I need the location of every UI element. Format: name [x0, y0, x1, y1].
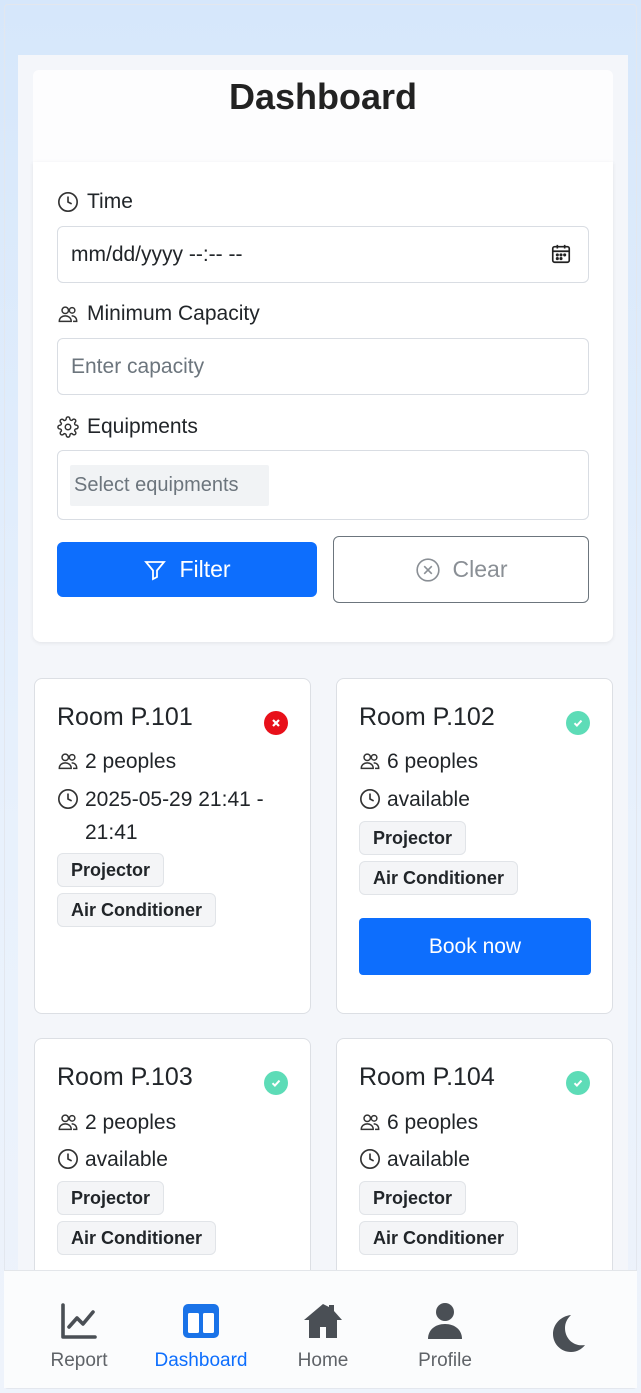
capacity-input[interactable]: Enter capacity — [57, 338, 589, 395]
room-time: available — [359, 1143, 599, 1176]
time-label: Time — [57, 190, 133, 214]
columns-icon — [183, 1304, 219, 1338]
nav-item-dashboard[interactable]: Dashboard — [140, 1271, 262, 1389]
nav-label-dashboard: Dashboard — [154, 1350, 248, 1371]
capacity-label-text: Minimum Capacity — [87, 302, 260, 325]
room-capacity: 6 peoples — [359, 745, 599, 778]
equipments-label: Equipments — [57, 415, 198, 439]
people-icon — [360, 753, 380, 770]
funnel-icon — [144, 560, 167, 580]
theme-toggle[interactable] — [506, 1271, 628, 1389]
filter-button[interactable]: Filter — [57, 542, 317, 597]
room-time: available — [57, 1143, 297, 1176]
clock-icon — [360, 789, 380, 809]
people-icon — [360, 1114, 380, 1131]
clock-icon — [58, 1149, 78, 1169]
people-icon — [58, 1114, 78, 1131]
book-now-button[interactable]: Book now — [359, 918, 591, 975]
available-status-icon — [566, 1071, 590, 1095]
available-status-icon — [264, 1071, 288, 1095]
gear-icon — [57, 416, 79, 438]
equipment-tag: Air Conditioner — [57, 893, 216, 927]
equipment-tag: Projector — [57, 853, 165, 887]
x-circle-icon — [415, 557, 440, 582]
capacity-label: Minimum Capacity — [57, 302, 260, 326]
room-card[interactable]: Room P.104 6 peoples available Projector… — [336, 1038, 613, 1298]
user-icon — [428, 1303, 462, 1339]
clock-icon — [360, 1149, 380, 1169]
calendar-icon[interactable] — [550, 243, 572, 265]
time-label-text: Time — [87, 190, 133, 213]
equipment-tag: Projector — [359, 1181, 467, 1215]
equipment-tag: Projector — [359, 821, 467, 855]
equipments-label-text: Equipments — [87, 415, 198, 438]
room-capacity-text: 6 peoples — [387, 1111, 479, 1134]
page-title: Dashboard — [228, 76, 418, 117]
room-name: Room P.101 — [57, 703, 193, 731]
nav-item-profile[interactable]: Profile — [384, 1271, 506, 1389]
clock-icon — [58, 789, 78, 809]
filter-panel: Time mm/dd/yyyy --:-- -- Minimum Capacit… — [33, 162, 613, 642]
room-time-text: available — [387, 1148, 470, 1171]
room-capacity-text: 6 peoples — [387, 750, 479, 773]
clock-icon — [58, 192, 78, 212]
filter-button-label: Filter — [179, 556, 231, 582]
room-card[interactable]: Room P.103 2 peoples available Projector… — [34, 1038, 311, 1298]
room-name: Room P.103 — [57, 1063, 193, 1091]
chart-line-icon — [61, 1303, 97, 1339]
available-status-icon — [566, 711, 590, 735]
capacity-placeholder: Enter capacity — [71, 354, 205, 378]
room-time: available — [359, 783, 599, 816]
time-input-value: mm/dd/yyyy --:-- -- — [71, 242, 243, 266]
equipment-tag: Air Conditioner — [359, 861, 518, 895]
room-card[interactable]: Room P.102 6 peoples available Projector… — [336, 678, 613, 1014]
room-capacity-text: 2 peoples — [85, 1111, 177, 1134]
moon-icon — [553, 1315, 585, 1352]
nav-label-report: Report — [50, 1350, 108, 1371]
room-capacity: 2 peoples — [57, 745, 297, 778]
room-capacity: 2 peoples — [57, 1106, 297, 1139]
people-icon — [58, 753, 78, 770]
equipment-tag: Projector — [57, 1181, 165, 1215]
room-name: Room P.104 — [359, 1063, 495, 1091]
clear-button-label: Clear — [452, 556, 508, 582]
home-icon — [304, 1304, 342, 1338]
nav-item-report[interactable]: Report — [18, 1271, 140, 1389]
room-time-text: 2025-05-29 21:41 - 21:41 — [85, 788, 264, 844]
equipment-tag: Air Conditioner — [359, 1221, 518, 1255]
room-name: Room P.102 — [359, 703, 495, 731]
people-icon — [58, 306, 78, 323]
header-card: Dashboard — [33, 70, 613, 162]
room-time-text: available — [85, 1148, 168, 1171]
equipment-tag: Air Conditioner — [57, 1221, 216, 1255]
clear-button[interactable]: Clear — [333, 536, 589, 603]
nav-label-home: Home — [297, 1350, 349, 1371]
room-time-text: available — [387, 788, 470, 811]
unavailable-status-icon — [264, 711, 288, 735]
equipments-placeholder: Select equipments — [70, 464, 269, 506]
time-input[interactable]: mm/dd/yyyy --:-- -- — [57, 226, 589, 283]
bottom-nav: Report Dashboard Home Profile — [4, 1270, 637, 1388]
room-card[interactable]: Room P.101 2 peoples 2025-05-29 21:41 - … — [34, 678, 311, 1014]
room-capacity-text: 2 peoples — [85, 750, 177, 773]
room-time: 2025-05-29 21:41 - 21:41 — [57, 783, 297, 849]
equipments-select[interactable]: Select equipments — [57, 450, 589, 520]
nav-item-home[interactable]: Home — [262, 1271, 384, 1389]
room-capacity: 6 peoples — [359, 1106, 599, 1139]
nav-label-profile: Profile — [418, 1350, 472, 1371]
